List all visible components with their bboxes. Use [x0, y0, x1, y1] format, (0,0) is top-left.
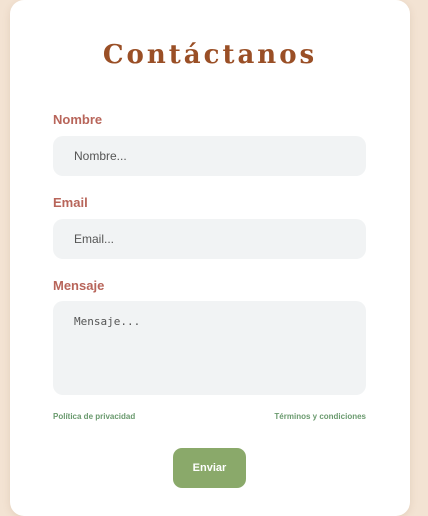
message-textarea[interactable] [53, 301, 366, 395]
page-title: Contáctanos [102, 40, 318, 70]
email-input[interactable] [53, 219, 366, 259]
submit-button[interactable]: Enviar [173, 448, 246, 488]
name-input[interactable] [53, 136, 366, 176]
email-label: Email [53, 195, 88, 210]
privacy-policy-link[interactable]: Política de privacidad [53, 412, 135, 421]
terms-link[interactable]: Términos y condiciones [274, 412, 366, 421]
message-label: Mensaje [53, 278, 105, 293]
name-label: Nombre [53, 112, 103, 127]
contact-card: Contáctanos Nombre Email Mensaje Polític… [10, 0, 410, 516]
